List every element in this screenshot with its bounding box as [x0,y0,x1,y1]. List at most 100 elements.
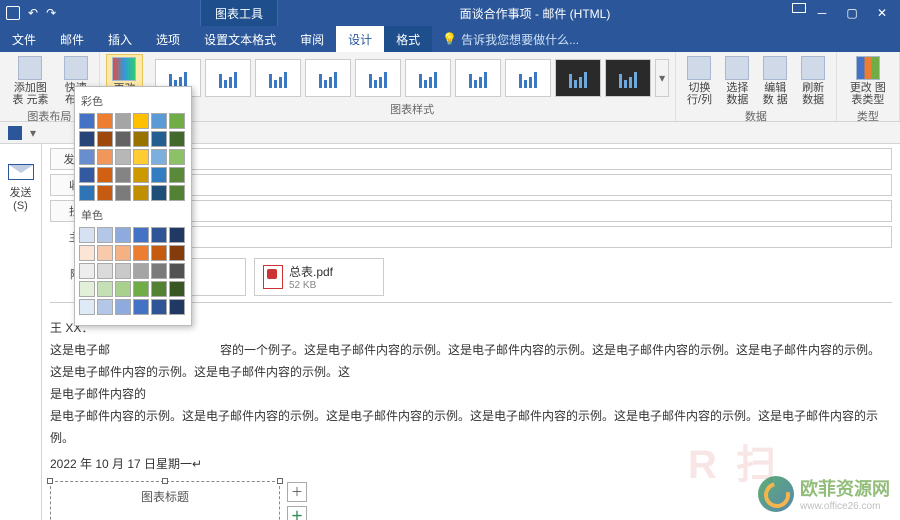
color-swatch[interactable] [115,299,131,315]
color-swatch[interactable] [97,185,113,201]
tab-options[interactable]: 选项 [144,26,192,52]
gallery-more-button[interactable]: ▾ [655,59,669,97]
chart-title[interactable]: 图表标题 [55,486,275,508]
chart-style-9[interactable] [555,59,601,97]
tab-design[interactable]: 设计 [336,26,384,52]
change-chart-type-button[interactable]: 更改 图表类型 [843,54,893,108]
color-swatch[interactable] [169,167,185,183]
color-swatch[interactable] [97,281,113,297]
color-swatch[interactable] [169,131,185,147]
color-swatch[interactable] [79,131,95,147]
color-swatch[interactable] [115,281,131,297]
color-swatch[interactable] [169,263,185,279]
color-swatch[interactable] [97,263,113,279]
change-colors-dropdown[interactable]: 彩色 单色 [74,86,192,326]
color-swatch[interactable] [97,167,113,183]
chart-style-gallery[interactable]: ▾ [155,54,669,101]
color-swatch[interactable] [169,149,185,165]
color-swatch[interactable] [151,113,167,129]
chart-style-8[interactable] [505,59,551,97]
maximize-button[interactable]: ▢ [838,3,866,23]
color-swatch[interactable] [133,263,149,279]
color-swatch[interactable] [151,131,167,147]
color-swatch[interactable] [79,149,95,165]
color-swatch[interactable] [169,245,185,261]
color-swatch[interactable] [97,245,113,261]
color-swatch[interactable] [115,263,131,279]
refresh-data-button[interactable]: 刷新数据 [797,54,830,108]
color-swatch[interactable] [97,227,113,243]
chart-elements-button[interactable]: ＋ [287,482,307,502]
color-swatch[interactable] [115,185,131,201]
color-swatch[interactable] [97,299,113,315]
color-swatch[interactable] [169,281,185,297]
color-swatch[interactable] [151,299,167,315]
color-swatch[interactable] [133,113,149,129]
color-swatch[interactable] [169,299,185,315]
switch-row-col-button[interactable]: 切换行/列 [682,54,717,108]
send-button[interactable]: 发送 (S) [10,184,32,212]
color-swatch[interactable] [151,149,167,165]
attachment-2[interactable]: 总表.pdf52 KB [254,258,384,296]
color-swatch[interactable] [169,227,185,243]
chart-style-7[interactable] [455,59,501,97]
minimize-button[interactable]: ─ [808,3,836,23]
edit-data-button[interactable]: 编辑数 据 [758,54,793,108]
qat-more-icon[interactable]: ▾ [30,126,36,140]
close-button[interactable]: ✕ [868,3,896,23]
color-swatch[interactable] [133,185,149,201]
color-swatch[interactable] [151,185,167,201]
tab-format[interactable]: 格式 [384,26,432,52]
chart-style-6[interactable] [405,59,451,97]
chart-style-4[interactable] [305,59,351,97]
color-swatch[interactable] [169,113,185,129]
tab-insert[interactable]: 插入 [96,26,144,52]
color-swatch[interactable] [151,281,167,297]
color-swatch[interactable] [151,245,167,261]
color-swatch[interactable] [79,167,95,183]
color-swatch[interactable] [133,167,149,183]
tell-me[interactable]: 💡 告诉我您想要做什么... [432,26,589,52]
color-swatch[interactable] [79,281,95,297]
color-swatch[interactable] [151,227,167,243]
redo-icon[interactable]: ↷ [46,6,56,20]
color-swatch[interactable] [133,299,149,315]
subject-input[interactable] [116,226,892,248]
color-swatch[interactable] [169,185,185,201]
color-swatch[interactable] [133,131,149,147]
color-swatch[interactable] [79,263,95,279]
embedded-chart[interactable]: 图表标题 类别 1类别 2类别 3类别 4 系列 1系列 2系列 3 ＋ ＋ ✎… [50,481,280,520]
ribbon-options-icon[interactable] [792,3,806,13]
chart-style-5[interactable] [355,59,401,97]
color-swatch[interactable] [151,263,167,279]
tab-format-text[interactable]: 设置文本格式 [192,26,288,52]
color-swatch[interactable] [133,281,149,297]
to-input[interactable]: ook.com) [116,174,892,196]
color-swatch[interactable] [115,131,131,147]
color-swatch[interactable] [115,227,131,243]
chart-style-2[interactable] [205,59,251,97]
color-swatch[interactable] [133,149,149,165]
color-swatch[interactable] [79,227,95,243]
undo-icon[interactable]: ↶ [28,6,38,20]
color-swatch[interactable] [97,149,113,165]
save-icon-2[interactable] [8,126,22,140]
color-swatch[interactable] [97,113,113,129]
color-swatch[interactable] [79,299,95,315]
save-icon[interactable] [6,6,20,20]
from-input[interactable] [116,148,892,170]
color-swatch[interactable] [133,227,149,243]
tab-file[interactable]: 文件 [0,26,48,52]
select-data-button[interactable]: 选择数据 [721,54,754,108]
chart-styles-button[interactable]: ＋ [287,506,307,520]
color-swatch[interactable] [79,245,95,261]
cc-input[interactable] [116,200,892,222]
chart-plot-area[interactable] [55,512,275,520]
tab-mail[interactable]: 邮件 [48,26,96,52]
chart-style-10[interactable] [605,59,651,97]
color-swatch[interactable] [115,113,131,129]
color-swatch[interactable] [133,245,149,261]
color-swatch[interactable] [151,167,167,183]
color-swatch[interactable] [79,185,95,201]
color-swatch[interactable] [97,131,113,147]
